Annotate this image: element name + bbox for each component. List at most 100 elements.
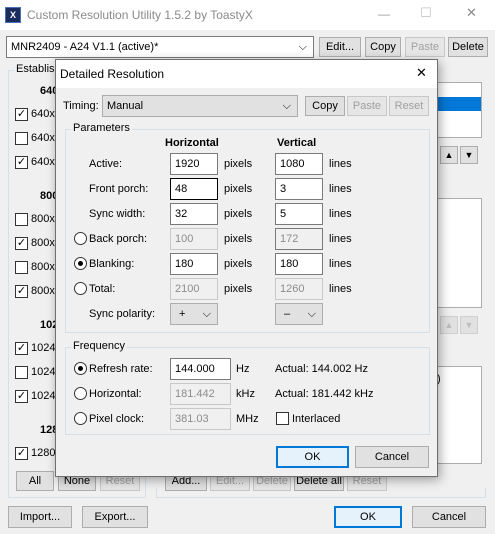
horizontal-freq-input[interactable]: 181.442 xyxy=(170,383,231,405)
maximize-icon[interactable]: ☐ xyxy=(420,6,432,20)
v-polarity-value: – xyxy=(284,308,291,320)
v-blanking-input[interactable]: 180 xyxy=(275,253,323,275)
established-group-label: Establis xyxy=(14,63,57,76)
h-active-input[interactable]: 1920 xyxy=(170,153,218,175)
pixel-clock-unit: MHz xyxy=(236,413,259,425)
refresh-rate-radio[interactable] xyxy=(74,362,87,375)
dialog-title-bar: Detailed Resolution ✕ xyxy=(56,60,437,88)
timing-reset-button[interactable]: Reset xyxy=(389,96,429,116)
lines-unit: lines xyxy=(329,183,352,195)
mode-checkbox[interactable] xyxy=(15,132,28,145)
frequency-group-label: Frequency xyxy=(71,340,127,353)
mode-checkbox[interactable]: ✓ xyxy=(15,237,28,250)
refresh-rate-label: Refresh rate: xyxy=(89,363,153,375)
mode-checkbox[interactable] xyxy=(15,261,28,274)
select-all-button[interactable]: All xyxy=(16,471,54,491)
pixels-unit: pixels xyxy=(224,158,253,170)
dialog-cancel-button[interactable]: Cancel xyxy=(355,446,429,468)
mode-label: 1024 xyxy=(31,342,56,354)
mode-checkbox[interactable]: ✓ xyxy=(15,108,28,121)
h-total-input[interactable]: 2100 xyxy=(170,278,218,300)
vertical-header: Vertical xyxy=(277,137,317,149)
dialog-title: Detailed Resolution xyxy=(60,67,165,81)
timing-label: Timing: xyxy=(63,100,99,112)
total-radio[interactable] xyxy=(74,282,87,295)
monitor-select[interactable]: MNR2409 - A24 V1.1 (active)* ⌵ xyxy=(6,36,314,58)
blanking-radio[interactable] xyxy=(74,257,87,270)
main-ok-button[interactable]: OK xyxy=(334,506,402,528)
mode-checkbox[interactable] xyxy=(15,213,28,226)
timing-select[interactable]: Manual ⌵ xyxy=(102,95,298,117)
monitor-select-value: MNR2409 - A24 V1.1 (active)* xyxy=(11,41,159,53)
mode-checkbox[interactable]: ✓ xyxy=(15,156,28,169)
v-total-input[interactable]: 1260 xyxy=(275,278,323,300)
pixel-clock-input[interactable]: 381.03 xyxy=(170,408,231,430)
pixels-unit: pixels xyxy=(224,233,253,245)
h-polarity-value: + xyxy=(179,308,186,320)
refresh-rate-input[interactable]: 144.000 xyxy=(170,358,231,380)
pixel-clock-radio[interactable] xyxy=(74,412,87,425)
back-porch-radio[interactable] xyxy=(74,232,87,245)
blanking-label: Blanking: xyxy=(89,258,135,270)
timing-paste-button[interactable]: Paste xyxy=(347,96,387,116)
mode-checkbox[interactable] xyxy=(15,366,28,379)
export-button[interactable]: Export... xyxy=(82,506,148,528)
mode-checkbox[interactable]: ✓ xyxy=(15,390,28,403)
refresh-rate-unit: Hz xyxy=(236,363,250,375)
mode-label: 800x xyxy=(31,285,55,297)
active-label: Active: xyxy=(89,158,123,170)
sync-polarity-label: Sync polarity: xyxy=(89,308,156,320)
back-porch-label: Back porch: xyxy=(89,233,148,245)
move-down-button[interactable]: ▼ xyxy=(460,146,478,164)
edit-monitor-button[interactable]: Edit... xyxy=(319,37,361,57)
dialog-close-icon[interactable]: ✕ xyxy=(416,66,427,80)
paste-monitor-button[interactable]: Paste xyxy=(405,37,445,57)
copy-monitor-button[interactable]: Copy xyxy=(365,37,401,57)
h-front-porch-input[interactable]: 48 xyxy=(170,178,218,200)
h-polarity-select[interactable]: + ⌵ xyxy=(170,303,218,325)
h-blanking-input[interactable]: 180 xyxy=(170,253,218,275)
pixels-unit: pixels xyxy=(224,183,253,195)
mode-checkbox[interactable]: ✓ xyxy=(15,285,28,298)
timing-copy-button[interactable]: Copy xyxy=(305,96,345,116)
h-sync-width-input[interactable]: 32 xyxy=(170,203,218,225)
detailed-resolution-dialog: Detailed Resolution ✕ Timing: Manual ⌵ C… xyxy=(55,59,438,477)
import-button[interactable]: Import... xyxy=(8,506,72,528)
v-back-porch-input[interactable]: 172 xyxy=(275,228,323,250)
mode-label: 640x xyxy=(31,108,55,120)
mode-checkbox[interactable]: ✓ xyxy=(15,447,28,460)
horizontal-freq-unit: kHz xyxy=(236,388,255,400)
app-icon: X xyxy=(5,7,21,23)
mode-label: 800x xyxy=(31,261,55,273)
close-icon[interactable]: ✕ xyxy=(466,6,477,20)
main-cancel-button[interactable]: Cancel xyxy=(412,506,486,528)
chevron-down-icon: ⌵ xyxy=(298,41,307,53)
move-down-button-2[interactable]: ▼ xyxy=(460,316,478,334)
selected-row-highlight xyxy=(431,97,481,111)
mode-checkbox[interactable]: ✓ xyxy=(15,342,28,355)
v-polarity-select[interactable]: – ⌵ xyxy=(275,303,323,325)
lines-unit: lines xyxy=(329,283,352,295)
delete-monitor-button[interactable]: Delete xyxy=(448,37,488,57)
horizontal-freq-actual: Actual: 181.442 kHz xyxy=(275,388,374,400)
interlaced-checkbox[interactable] xyxy=(276,412,289,425)
arrow-down-icon: ▼ xyxy=(464,150,474,160)
sync-width-label: Sync width: xyxy=(89,208,146,220)
h-back-porch-input[interactable]: 100 xyxy=(170,228,218,250)
pixels-unit: pixels xyxy=(224,208,253,220)
arrow-up-icon: ▲ xyxy=(444,320,454,330)
chevron-down-icon: ⌵ xyxy=(307,308,316,320)
main-title: Custom Resolution Utility 1.5.2 by Toast… xyxy=(27,8,253,22)
arrow-down-icon: ▼ xyxy=(464,320,474,330)
horizontal-freq-radio[interactable] xyxy=(74,387,87,400)
minimize-icon[interactable]: — xyxy=(378,7,390,21)
mode-label: 800x xyxy=(31,213,55,225)
v-front-porch-input[interactable]: 3 xyxy=(275,178,323,200)
dialog-ok-button[interactable]: OK xyxy=(276,446,349,468)
move-up-button[interactable]: ▲ xyxy=(440,146,458,164)
move-up-button-2[interactable]: ▲ xyxy=(440,316,458,334)
v-active-input[interactable]: 1080 xyxy=(275,153,323,175)
front-porch-label: Front porch: xyxy=(89,183,149,195)
v-sync-width-input[interactable]: 5 xyxy=(275,203,323,225)
pixels-unit: pixels xyxy=(224,258,253,270)
